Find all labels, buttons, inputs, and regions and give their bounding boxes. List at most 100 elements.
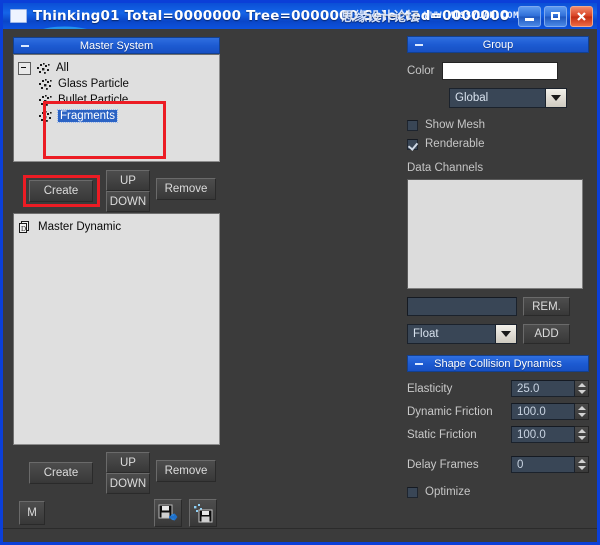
tree-node-glass-particle[interactable]: Glass Particle — [38, 76, 215, 92]
tree-node-label: Glass Particle — [58, 78, 129, 90]
checkbox-icon — [407, 486, 418, 498]
renderable-label: Renderable — [425, 138, 485, 150]
data-channel-remove-row: REM. — [407, 297, 589, 316]
minimize-button[interactable] — [518, 5, 541, 27]
m-button[interactable]: M — [19, 501, 45, 525]
spinner-up-icon[interactable] — [575, 457, 588, 465]
show-mesh-label: Show Mesh — [425, 119, 486, 131]
channel-type-value: Float — [413, 328, 439, 340]
static-friction-value[interactable]: 100.0 — [511, 426, 575, 443]
data-channels-label: Data Channels — [407, 162, 484, 174]
left-panel: Master System All Glass Particle Bullet … — [3, 29, 241, 542]
dynamic-set-icon: D — [19, 221, 29, 233]
dynamic-buttons: Create UP DOWN Remove — [13, 451, 241, 495]
spinner-buttons[interactable] — [575, 403, 589, 420]
save-preset-icon — [194, 504, 213, 523]
maximize-button[interactable] — [544, 5, 567, 27]
master-system-buttons: Create UP DOWN Remove — [13, 169, 241, 213]
rollout-group-title: Group — [482, 38, 514, 51]
tree-children: Glass Particle Bullet Particle Fragments — [38, 76, 215, 124]
scope-select[interactable]: Global — [449, 88, 567, 108]
up-system-button[interactable]: UP — [106, 170, 150, 191]
collapse-icon — [415, 362, 423, 365]
group-color-row: Color — [407, 62, 589, 80]
renderable-checkbox[interactable]: Renderable — [407, 138, 589, 150]
window-icon — [10, 9, 27, 23]
chevron-down-icon[interactable] — [495, 325, 516, 343]
down-system-button[interactable]: DOWN — [106, 191, 150, 212]
master-system-tree[interactable]: All Glass Particle Bullet Particle Fragm… — [13, 54, 220, 162]
tree-node-label: Bullet Particle — [58, 94, 129, 106]
dynamic-friction-spinner[interactable]: 100.0 — [511, 403, 589, 420]
rollout-master-system-title: Master System — [79, 39, 154, 52]
tree-node-all-label: All — [56, 62, 69, 74]
save-preset-button[interactable] — [189, 499, 217, 527]
dynamic-sets-list[interactable]: D Master Dynamic — [13, 213, 220, 445]
spinner-buttons[interactable] — [575, 426, 589, 443]
elasticity-value[interactable]: 25.0 — [511, 380, 575, 397]
add-channel-button[interactable]: ADD — [523, 324, 570, 344]
thinking-particles-window: Thinking01 Total=0000000 Tree=0000000 Se… — [0, 0, 600, 545]
remove-channel-button[interactable]: REM. — [523, 297, 570, 316]
svg-text:D: D — [21, 225, 26, 233]
expander-icon[interactable] — [18, 61, 31, 75]
checkbox-checked-icon — [407, 138, 418, 150]
delay-frames-row: Delay Frames 0 — [407, 456, 589, 473]
up-dynamic-button[interactable]: UP — [106, 452, 150, 473]
window-controls — [518, 5, 593, 27]
data-channel-add-row: Float ADD — [407, 324, 589, 344]
close-icon — [577, 11, 586, 21]
panel-gap — [241, 29, 401, 542]
dynamic-friction-value[interactable]: 100.0 — [511, 403, 575, 420]
rollout-shape-collision[interactable]: Shape Collision Dynamics — [407, 355, 589, 372]
spinner-up-icon[interactable] — [575, 427, 588, 435]
tree-node-bullet-particle[interactable]: Bullet Particle — [38, 92, 215, 108]
list-item-label: Master Dynamic — [38, 221, 122, 233]
delay-frames-label: Delay Frames — [407, 458, 479, 471]
elasticity-spinner[interactable]: 25.0 — [511, 380, 589, 397]
title-bar: Thinking01 Total=0000000 Tree=0000000 Se… — [3, 3, 597, 29]
right-panel: Group Color Global Show Mesh Renderable … — [401, 29, 597, 542]
spinner-down-icon[interactable] — [575, 465, 588, 473]
channel-name-input[interactable] — [407, 297, 517, 316]
color-swatch[interactable] — [442, 62, 559, 80]
particle-icon — [39, 94, 52, 106]
delay-frames-spinner[interactable]: 0 — [511, 456, 589, 473]
elasticity-row: Elasticity 25.0 — [407, 380, 589, 397]
spinner-buttons[interactable] — [575, 380, 589, 397]
show-mesh-checkbox[interactable]: Show Mesh — [407, 119, 589, 131]
rollout-master-system[interactable]: Master System — [13, 37, 220, 54]
load-preset-icon — [158, 504, 178, 521]
down-dynamic-button[interactable]: DOWN — [106, 473, 150, 494]
rollout-group[interactable]: Group — [407, 36, 589, 53]
create-dynamic-button[interactable]: Create — [29, 462, 93, 484]
static-friction-row: Static Friction 100.0 — [407, 426, 589, 443]
list-item[interactable]: D Master Dynamic — [18, 219, 215, 235]
dynamic-friction-row: Dynamic Friction 100.0 — [407, 403, 589, 420]
spinner-down-icon[interactable] — [575, 435, 588, 443]
delay-frames-value[interactable]: 0 — [511, 456, 575, 473]
spinner-down-icon[interactable] — [575, 412, 588, 420]
particle-icon — [39, 110, 52, 122]
spinner-down-icon[interactable] — [575, 389, 588, 397]
spinner-up-icon[interactable] — [575, 404, 588, 412]
tree-node-fragments[interactable]: Fragments — [38, 108, 215, 124]
minimize-icon — [525, 17, 534, 21]
chevron-down-icon[interactable] — [545, 89, 566, 107]
create-system-button[interactable]: Create — [29, 180, 93, 202]
status-bar — [3, 528, 597, 542]
optimize-checkbox[interactable]: Optimize — [407, 486, 589, 498]
remove-dynamic-button[interactable]: Remove — [156, 460, 216, 482]
spinner-buttons[interactable] — [575, 456, 589, 473]
tree-node-all[interactable]: All — [18, 60, 215, 76]
data-channels-list[interactable] — [407, 179, 583, 289]
close-button[interactable] — [570, 5, 593, 27]
checkbox-icon — [407, 119, 418, 131]
tree-node-label-selected: Fragments — [57, 109, 118, 123]
load-preset-button[interactable] — [154, 499, 182, 527]
channel-type-select[interactable]: Float — [407, 324, 517, 344]
static-friction-spinner[interactable]: 100.0 — [511, 426, 589, 443]
remove-system-button[interactable]: Remove — [156, 178, 216, 200]
spinner-up-icon[interactable] — [575, 381, 588, 389]
color-label: Color — [407, 65, 435, 77]
